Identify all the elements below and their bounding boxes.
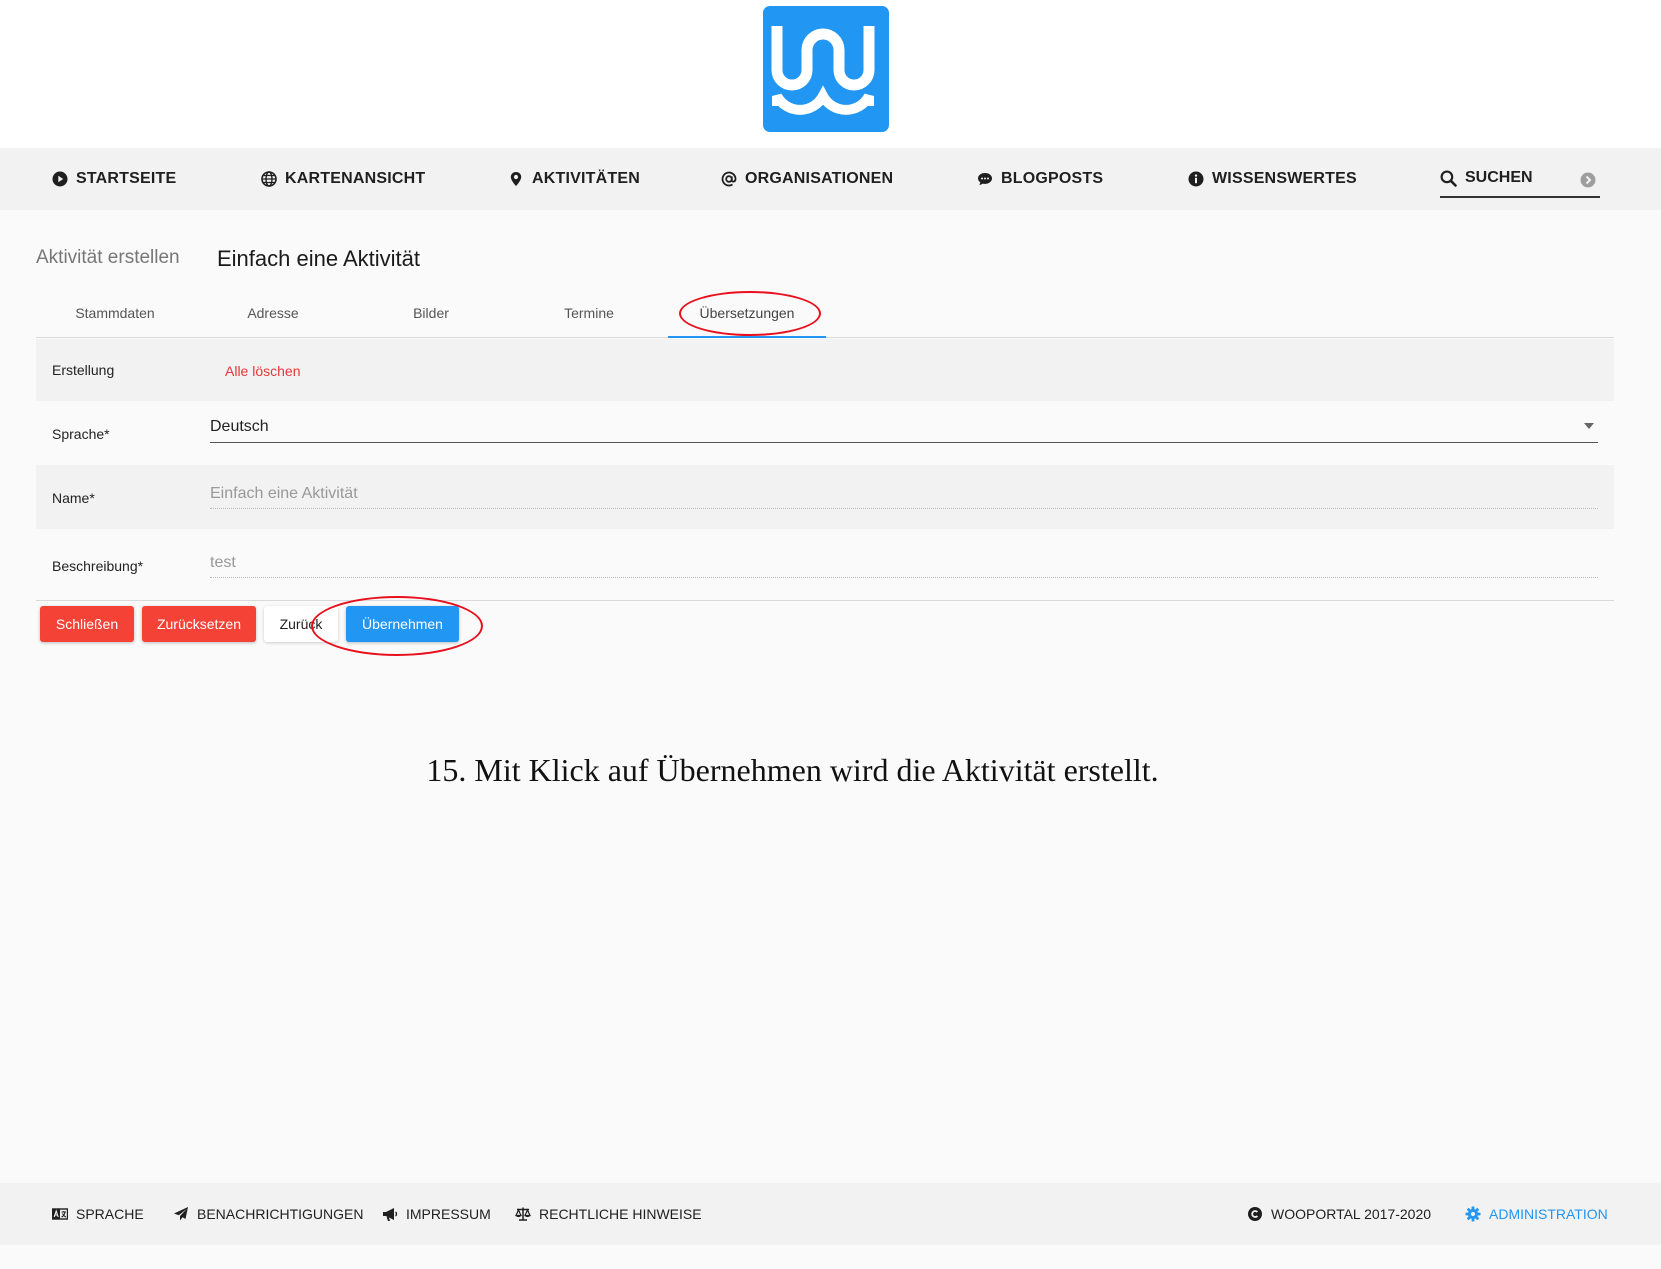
footer-administration-label: ADMINISTRATION [1489, 1206, 1608, 1222]
page-title: Einfach eine Aktivität [217, 246, 421, 271]
tutorial-caption: 15. Mit Klick auf Übernehmen wird die Ak… [426, 752, 1159, 788]
footer-legal-label: RECHTLICHE HINWEISE [539, 1206, 702, 1222]
reset-button[interactable]: Zurücksetzen [142, 606, 256, 642]
wooportal-logo[interactable] [763, 6, 889, 132]
main-nav: STARTSEITE KARTENANSICHT AKTIVITÄTEN ORG… [0, 148, 1661, 210]
name-row: Name* [36, 465, 1614, 529]
globe-icon [261, 171, 277, 187]
footer-administration[interactable]: ADMINISTRATION [1465, 1183, 1608, 1245]
language-label: Sprache* [52, 426, 110, 442]
nav-item-label: STARTSEITE [76, 170, 177, 187]
footer-language[interactable]: SPRACHE [52, 1183, 144, 1245]
tab-stammdaten[interactable]: Stammdaten [36, 296, 194, 338]
search-icon[interactable] [1440, 170, 1457, 187]
footer-legal[interactable]: RECHTLICHE HINWEISE [515, 1183, 702, 1245]
footer: SPRACHE BENACHRICHTIGUNGEN IMPRESSUM REC… [0, 1183, 1661, 1245]
search-input[interactable] [1465, 169, 1575, 187]
close-button[interactable]: Schließen [40, 606, 134, 642]
language-select-value: Deutsch [210, 417, 269, 435]
megaphone-icon [383, 1208, 398, 1221]
at-icon [721, 171, 737, 187]
chevron-down-icon [1584, 423, 1594, 429]
footer-copyright-label: WOOPORTAL 2017-2020 [1271, 1206, 1432, 1222]
description-field[interactable] [210, 548, 1598, 578]
paper-plane-icon [174, 1207, 188, 1221]
footer-language-label: SPRACHE [76, 1206, 144, 1222]
tab-bilder[interactable]: Bilder [352, 296, 510, 338]
footer-notifications-label: BENACHRICHTIGUNGEN [197, 1206, 364, 1222]
nav-item-wissenswertes[interactable]: WISSENSWERTES [1188, 148, 1357, 210]
chat-bubble-icon [978, 173, 992, 186]
gear-icon [1465, 1206, 1481, 1222]
tab-termine[interactable]: Termine [510, 296, 668, 338]
footer-imprint[interactable]: IMPRESSUM [382, 1183, 491, 1245]
map-pin-icon [510, 172, 522, 186]
tab-adresse[interactable]: Adresse [194, 296, 352, 338]
arrow-right-circle-icon[interactable] [1580, 172, 1596, 188]
back-button[interactable]: Zurück [264, 606, 338, 642]
nav-item-kartenansicht[interactable]: KARTENANSICHT [261, 148, 425, 210]
language-select[interactable]: Deutsch [210, 411, 1598, 443]
play-circle-icon [52, 171, 68, 187]
balance-scale-icon [515, 1207, 531, 1221]
search-box [1440, 160, 1600, 198]
erstellung-label: Erstellung [52, 362, 115, 378]
footer-notifications[interactable]: BENACHRICHTIGUNGEN [173, 1183, 363, 1245]
breadcrumb: Aktivität erstellen [36, 247, 180, 268]
nav-item-label: ORGANISATIONEN [745, 170, 894, 187]
language-icon [52, 1208, 68, 1220]
language-row: Sprache* Deutsch [36, 401, 1614, 465]
nav-item-label: BLOGPOSTS [1001, 170, 1104, 187]
nav-item-aktivitaeten[interactable]: AKTIVITÄTEN [508, 148, 640, 210]
apply-button[interactable]: Übernehmen [346, 606, 459, 642]
erstellung-row: Erstellung Alle löschen [36, 339, 1614, 401]
tab-bar: Stammdaten Adresse Bilder Termine Überse… [36, 296, 1614, 338]
nav-item-organisationen[interactable]: ORGANISATIONEN [721, 148, 893, 210]
form-divider [36, 600, 1614, 601]
footer-imprint-label: IMPRESSUM [406, 1206, 491, 1222]
name-field[interactable] [210, 479, 1598, 509]
copyright-icon [1248, 1207, 1262, 1221]
nav-item-label: WISSENSWERTES [1212, 170, 1357, 187]
footer-copyright: WOOPORTAL 2017-2020 [1247, 1183, 1431, 1245]
delete-all-link[interactable]: Alle löschen [225, 363, 301, 379]
info-icon [1188, 171, 1204, 187]
logo-band [0, 0, 1661, 148]
name-label: Name* [52, 490, 95, 506]
nav-item-blogposts[interactable]: BLOGPOSTS [977, 148, 1103, 210]
nav-item-label: AKTIVITÄTEN [532, 170, 640, 187]
nav-item-label: KARTENANSICHT [285, 170, 426, 187]
nav-item-startseite[interactable]: STARTSEITE [52, 148, 176, 210]
tab-uebersetzungen[interactable]: Übersetzungen [668, 296, 826, 338]
description-label: Beschreibung* [52, 558, 144, 574]
description-row: Beschreibung* [36, 529, 1614, 600]
